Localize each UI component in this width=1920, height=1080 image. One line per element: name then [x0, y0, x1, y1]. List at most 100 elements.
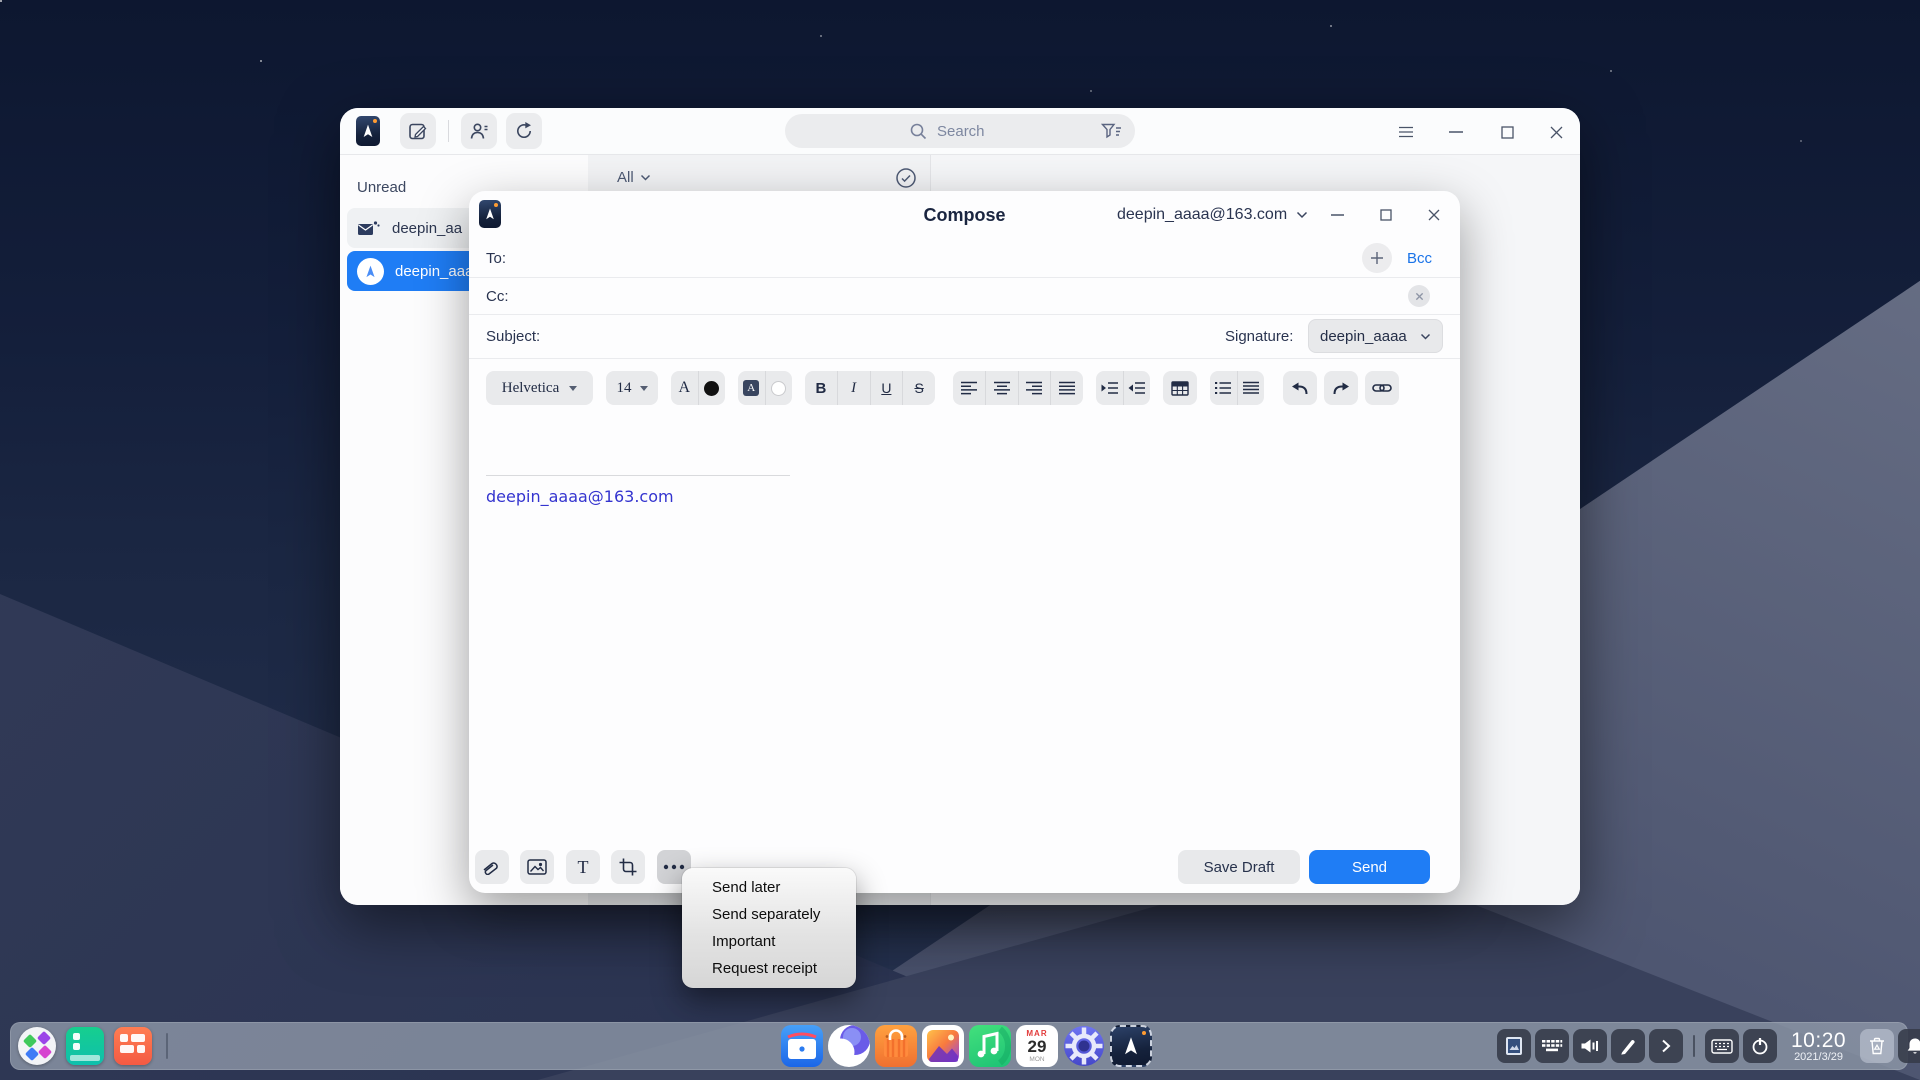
clock-time: 10:20: [1791, 1030, 1846, 1051]
indent-decrease-button[interactable]: [1123, 371, 1151, 405]
clock-date: 2021/3/29: [1791, 1051, 1846, 1063]
search-input[interactable]: [935, 122, 1011, 141]
signature-divider: [486, 475, 790, 476]
maximize-button[interactable]: [1495, 120, 1519, 144]
signature-dropdown[interactable]: deepin_aaaa: [1308, 319, 1443, 353]
redo-button[interactable]: [1324, 371, 1358, 405]
menu-item-send-separately[interactable]: Send separately: [682, 901, 856, 928]
paperclip-icon: [481, 859, 503, 875]
multitasking-view-button[interactable]: [114, 1027, 152, 1065]
select-all-check-icon[interactable]: [895, 167, 917, 189]
subject-field-row[interactable]: Subject: Signature: deepin_aaaa: [469, 315, 1460, 359]
tray-expand[interactable]: [1649, 1029, 1683, 1063]
highlight-glyph: A: [743, 380, 759, 396]
underline-button[interactable]: U: [870, 371, 903, 405]
dock-calendar[interactable]: MAR 29 MON: [1016, 1025, 1058, 1067]
tray-pen-tool[interactable]: [1611, 1029, 1645, 1063]
menu-item-send-later[interactable]: Send later: [682, 874, 856, 901]
tray-power[interactable]: [1743, 1029, 1777, 1063]
strikethrough-button[interactable]: S: [902, 371, 935, 405]
minimize-button[interactable]: [1444, 120, 1468, 144]
filter-dropdown[interactable]: All: [617, 169, 651, 186]
dock-music[interactable]: [969, 1025, 1011, 1067]
align-left-button[interactable]: [953, 371, 985, 405]
font-size-dropdown[interactable]: 14: [606, 371, 658, 405]
minimize-button[interactable]: [1326, 204, 1348, 226]
keyboard-icon: [1541, 1039, 1563, 1053]
launcher-diamond: [37, 1031, 51, 1045]
show-desktop-button[interactable]: [66, 1027, 104, 1065]
menu-item-important[interactable]: Important: [682, 928, 856, 955]
cc-field-row[interactable]: Cc:: [469, 278, 1460, 315]
account-selector[interactable]: deepin_aaaa@163.com: [1117, 191, 1308, 239]
taskbar-clock[interactable]: 10:20 2021/3/29: [1791, 1030, 1846, 1063]
align-right-button[interactable]: [1018, 371, 1051, 405]
close-button[interactable]: [1544, 120, 1568, 144]
main-menu-button[interactable]: [1394, 120, 1418, 144]
ordered-list-button[interactable]: [1237, 371, 1265, 405]
menu-item-request-receipt[interactable]: Request receipt: [682, 955, 856, 982]
launcher-diamond: [25, 1047, 39, 1061]
bcc-link[interactable]: Bcc: [1407, 250, 1432, 267]
insert-image-button[interactable]: [520, 850, 554, 884]
indent-increase-button[interactable]: [1096, 371, 1123, 405]
multitask-glyph: [131, 1034, 145, 1042]
dock-photos[interactable]: [922, 1025, 964, 1067]
tray-screenshot-item[interactable]: [1497, 1029, 1531, 1063]
filter-button[interactable]: [1101, 123, 1125, 139]
screenshot-crop-button[interactable]: [611, 850, 645, 884]
dock-control-center[interactable]: [1063, 1025, 1105, 1067]
list-group: [1210, 371, 1264, 405]
ordered-list-icon: [1242, 381, 1260, 395]
tray-trash[interactable]: [1860, 1029, 1894, 1063]
bullet-list-button[interactable]: [1210, 371, 1237, 405]
desktop: Unread deepin_aa deepin_aaaa All: [0, 0, 1920, 1080]
add-recipient-button[interactable]: [1362, 243, 1392, 273]
bold-button[interactable]: B: [805, 371, 837, 405]
tray-keyboard-layout[interactable]: [1535, 1029, 1569, 1063]
align-justify-button[interactable]: [1050, 371, 1083, 405]
mini-image-icon: [1505, 1036, 1523, 1056]
attach-file-button[interactable]: [475, 850, 509, 884]
compose-button[interactable]: [400, 113, 436, 149]
minimize-icon: [1331, 213, 1344, 217]
tray-notifications[interactable]: [1898, 1029, 1920, 1063]
dock-app-store[interactable]: [875, 1025, 917, 1067]
pen-icon: [1619, 1037, 1637, 1055]
highlight-color-button[interactable]: A: [738, 371, 792, 405]
refresh-button[interactable]: [506, 113, 542, 149]
font-color-glyph: A: [678, 379, 690, 397]
close-button[interactable]: [1423, 204, 1445, 226]
save-draft-button[interactable]: Save Draft: [1178, 850, 1300, 884]
italic-button[interactable]: I: [837, 371, 870, 405]
font-family-dropdown[interactable]: Helvetica: [486, 371, 593, 405]
insert-text-button[interactable]: T: [566, 850, 600, 884]
dock-file-manager[interactable]: [781, 1025, 823, 1067]
compose-pencil-icon: [408, 121, 428, 141]
dock-mail-active[interactable]: [1110, 1025, 1152, 1067]
remove-cc-button[interactable]: [1408, 285, 1430, 307]
system-tray: 10:20 2021/3/29: [1497, 1029, 1920, 1063]
font-color-button[interactable]: A: [671, 371, 725, 405]
dock-browser[interactable]: [828, 1025, 870, 1067]
align-center-button[interactable]: [985, 371, 1018, 405]
search-bar[interactable]: [785, 114, 1135, 148]
table-icon: [1171, 381, 1189, 396]
insert-link-button[interactable]: [1365, 371, 1399, 405]
tray-onscreen-keyboard[interactable]: [1705, 1029, 1739, 1063]
maximize-button[interactable]: [1375, 204, 1397, 226]
send-button[interactable]: Send: [1309, 850, 1430, 884]
tray-volume[interactable]: [1573, 1029, 1607, 1063]
bell-icon: [1907, 1037, 1920, 1055]
undo-button[interactable]: [1283, 371, 1317, 405]
compose-window: Compose deepin_aaaa@163.com To: Bcc C: [469, 191, 1460, 893]
insert-table-button[interactable]: [1163, 371, 1197, 405]
highlight-color-swatch: [771, 381, 786, 396]
paper-plane-icon: [360, 123, 376, 139]
launcher-button[interactable]: [18, 1027, 56, 1065]
contacts-button[interactable]: [461, 113, 497, 149]
to-field-row[interactable]: To: Bcc: [469, 239, 1460, 278]
signature-value: deepin_aaaa: [1320, 328, 1407, 345]
message-body-editor[interactable]: deepin_aaaa@163.com: [469, 413, 1460, 841]
notification-dot: [373, 119, 377, 123]
